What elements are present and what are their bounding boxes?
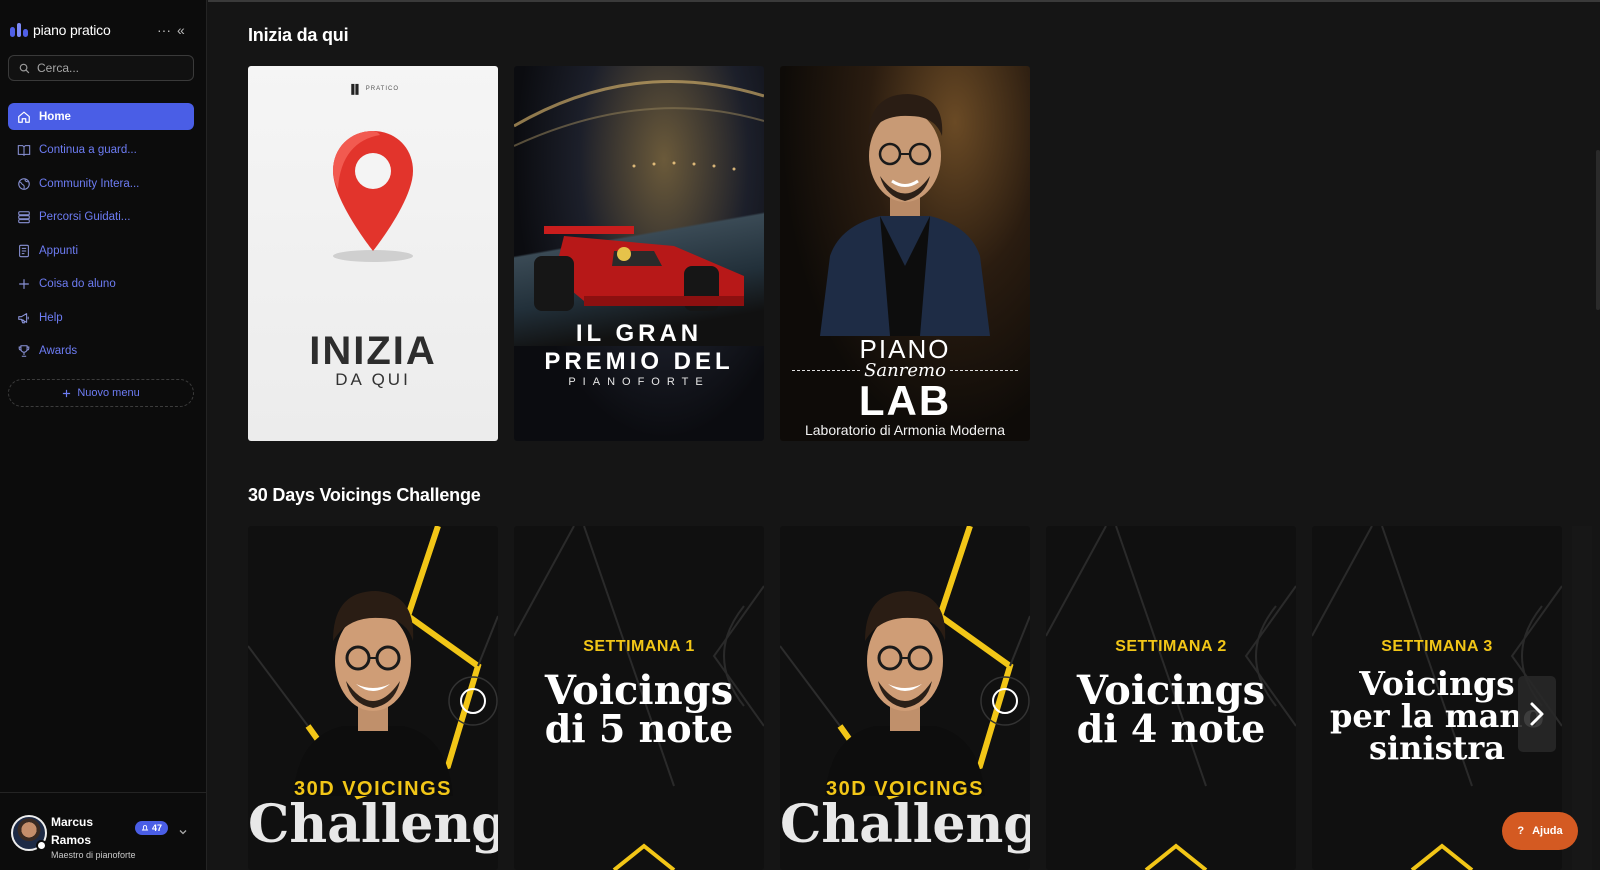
sidebar-item-label: Appunti — [39, 244, 79, 257]
next-card-peek — [1572, 526, 1592, 870]
card-title-large: LAB — [858, 377, 952, 424]
profile-name: Marcus Ramos — [51, 815, 94, 847]
profile-role: Maestro di pianoforte — [51, 850, 136, 860]
course-card-gran-premio[interactable]: IL GRAN PREMIO DEL PIANOFORTE — [514, 66, 764, 441]
sidebar-item-home[interactable]: Home — [8, 103, 194, 130]
week-label: SETTIMANA 1 — [583, 638, 695, 655]
sidebar-item-paths[interactable]: Percorsi Guidati... — [8, 204, 194, 231]
sidebar-item-label: Percorsi Guidati... — [39, 211, 131, 223]
sidebar-item-continue[interactable]: Continua a guard... — [8, 137, 194, 164]
sidebar-item-notes[interactable]: Appunti — [8, 237, 194, 264]
user-profile[interactable]: Marcus Ramos Maestro di pianoforte 47 — [0, 792, 206, 870]
help-button[interactable]: ? Ajuda — [1502, 812, 1578, 850]
search-input[interactable] — [37, 61, 187, 75]
collapse-sidebar-icon[interactable]: « — [177, 22, 185, 38]
card-title-line: IL GRAN — [575, 320, 703, 347]
book-icon — [17, 145, 31, 156]
card-brand: ▐▌ PRATICO — [348, 84, 399, 94]
more-options-icon[interactable]: ··· — [157, 22, 171, 38]
card-title-line: PREMIO DEL — [544, 348, 734, 375]
brand-name: piano pratico — [33, 22, 111, 38]
stack-icon — [18, 211, 30, 224]
sidebar-item-label: Coisa do aluno — [39, 278, 116, 290]
new-menu-label: Nuovo menu — [77, 387, 140, 399]
brand-logo-icon — [10, 23, 29, 37]
instructor-portrait-image — [825, 591, 985, 796]
card-title-line: di 5 note — [544, 706, 734, 751]
course-card-challenge[interactable]: 30D VOICINGS Challenge — [780, 526, 1030, 870]
card-brand-label: PRATICO — [365, 86, 399, 92]
week-label: SETTIMANA 2 — [1115, 638, 1227, 655]
status-dot — [36, 840, 47, 851]
home-icon — [18, 111, 30, 123]
chevron-right-icon — [1530, 702, 1544, 726]
card-title-line: Voicings — [1076, 667, 1266, 714]
course-card-inizia[interactable]: ▐▌ PRATICO INIZIA DA QUI — [248, 66, 498, 441]
card-subtitle: DA QUI — [335, 370, 411, 389]
avatar[interactable] — [11, 815, 47, 851]
sidebar-item-label: Community Intera... — [39, 177, 140, 190]
chevron-down-icon[interactable] — [178, 827, 188, 837]
globe-icon — [18, 177, 30, 190]
scrollbar[interactable] — [1596, 150, 1600, 310]
card-subtitle: PIANOFORTE — [568, 376, 710, 388]
sidebar-item-student[interactable]: Coisa do aluno — [8, 271, 194, 298]
week-label: SETTIMANA 3 — [1381, 638, 1493, 655]
sidebar-item-help[interactable]: Help — [8, 304, 194, 331]
card-title-line: Voicings — [544, 667, 734, 714]
course-card-week-1[interactable]: SETTIMANA 1 Voicings di 5 note — [514, 526, 764, 870]
sidebar-item-label: Awards — [39, 345, 78, 357]
course-card-challenge[interactable]: 30D VOICINGS Challenge — [248, 526, 498, 870]
instructor-portrait-image — [293, 591, 453, 796]
top-divider — [208, 0, 1600, 2]
section-title: Inizia da qui — [248, 25, 349, 45]
sidebar-item-label: Continua a guard... — [39, 144, 137, 156]
plus-icon — [63, 389, 71, 397]
instructor-portrait-image — [820, 94, 990, 336]
help-button-label: Ajuda — [1532, 825, 1563, 837]
sidebar-item-community[interactable]: Community Intera... — [8, 170, 194, 197]
question-icon: ? — [1517, 825, 1525, 837]
badge-count: 47 — [152, 823, 163, 833]
sidebar-nav: Home Continua a guard... Community Inter… — [8, 103, 194, 371]
section-title: 30 Days Voicings Challenge — [248, 485, 481, 505]
bell-icon — [141, 825, 149, 831]
notification-badge[interactable]: 47 — [135, 821, 169, 835]
divider — [792, 370, 861, 371]
course-card-week-2[interactable]: SETTIMANA 2 Voicings di 4 note — [1046, 526, 1296, 870]
card-title: IL GRAN PREMIO DEL — [514, 320, 764, 376]
carousel-next-button[interactable] — [1518, 676, 1556, 752]
course-card-sanremo-lab[interactable]: PIANO Sanremo LAB Laboratorio di Armonia… — [780, 66, 1030, 441]
plus-icon — [19, 279, 29, 289]
sidebar-item-label: Help — [39, 311, 63, 324]
brand[interactable]: piano pratico — [10, 22, 111, 38]
card-title-line: di 4 note — [1076, 706, 1266, 751]
sidebar-item-label: Home — [39, 110, 71, 123]
new-menu-button[interactable]: Nuovo menu — [8, 379, 194, 407]
trophy-icon — [18, 345, 30, 357]
megaphone-icon — [18, 312, 29, 323]
notes-icon — [19, 244, 29, 257]
sidebar-item-awards[interactable]: Awards — [8, 338, 194, 365]
main-content: Inizia da qui ▐▌ PRATICO INIZIA DA QUI I… — [208, 0, 1600, 870]
card-title: Challenge — [248, 794, 498, 855]
card-title: Challenge — [780, 794, 1030, 855]
card-title: INIZIA — [309, 329, 437, 373]
sidebar: piano pratico ··· « Home Continua a guar… — [0, 0, 207, 870]
search-box[interactable] — [8, 55, 194, 81]
divider — [949, 370, 1019, 371]
map-pin-icon — [333, 131, 413, 262]
app-root: piano pratico ··· « Home Continua a guar… — [0, 0, 1600, 870]
search-icon — [19, 63, 30, 73]
brand-mark-icon: ▐▌ — [348, 84, 363, 94]
race-car-image — [534, 226, 744, 311]
card-subtitle: Laboratorio di Armonia Moderna — [804, 422, 1005, 438]
